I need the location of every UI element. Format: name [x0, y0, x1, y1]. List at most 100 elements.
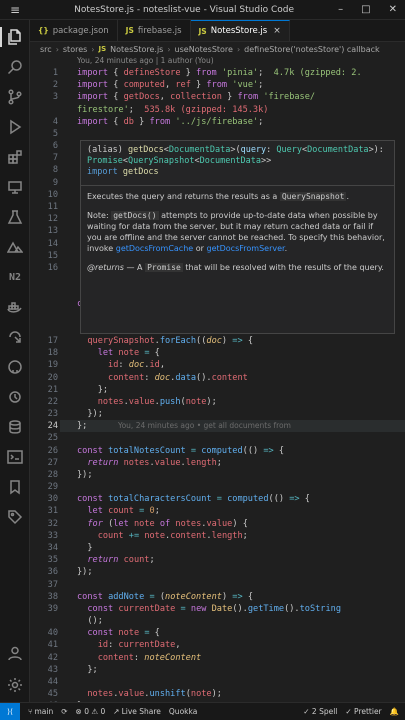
line-number[interactable]: 15	[30, 250, 58, 262]
tab-package-json[interactable]: {} package.json	[30, 20, 118, 41]
code-line[interactable]: 29	[30, 481, 405, 493]
line-number[interactable]: 4	[30, 116, 58, 128]
source-control-icon[interactable]	[0, 84, 30, 110]
code-text[interactable]: let note = {	[77, 347, 160, 359]
maximize-button[interactable]: □	[361, 4, 370, 15]
code-line[interactable]: 44	[30, 676, 405, 688]
github-icon[interactable]	[0, 354, 30, 380]
line-number[interactable]: 44	[30, 676, 58, 688]
code-line[interactable]: 41 id: currentDate,	[30, 639, 405, 651]
code-line[interactable]: 17 querySnapshot.forEach((doc) => {	[30, 335, 405, 347]
code-line[interactable]: 19 id: doc.id,	[30, 359, 405, 371]
line-number[interactable]: 3	[30, 91, 58, 103]
code-line[interactable]: 33 count += note.content.length;	[30, 530, 405, 542]
line-number[interactable]: 6	[30, 140, 58, 152]
code-line[interactable]: 28});	[30, 469, 405, 481]
line-number[interactable]: 12	[30, 213, 58, 225]
line-number[interactable]: 21	[30, 384, 58, 396]
line-number[interactable]: 9	[30, 177, 58, 189]
code-text[interactable]: const totalNotesCount = computed(() => {	[77, 445, 284, 457]
code-line[interactable]: 1 import { defineStore } from 'pinia'; 4.…	[30, 67, 405, 79]
line-number[interactable]: 16	[30, 262, 58, 274]
code-text[interactable]: ();	[77, 615, 103, 627]
code-line[interactable]: 34 }	[30, 542, 405, 554]
code-text[interactable]: count += note.content.length;	[77, 530, 248, 542]
settings-gear-icon[interactable]	[0, 672, 30, 698]
tab-firebase-js[interactable]: JS firebase.js	[118, 20, 191, 41]
line-number[interactable]: 28	[30, 469, 58, 481]
code-line[interactable]: 5	[30, 128, 405, 140]
quokka-button[interactable]: Quokka	[169, 707, 197, 716]
line-number[interactable]: 22	[30, 396, 58, 408]
line-number[interactable]: 27	[30, 457, 58, 469]
code-text[interactable]: let count = 0;	[77, 505, 160, 517]
code-text[interactable]: import { defineStore } from 'pinia'; 4.7…	[77, 67, 362, 79]
line-number[interactable]: 25	[30, 432, 58, 444]
code-line[interactable]: ();	[30, 615, 405, 627]
problems-indicator[interactable]: ⊗ 0 ⚠ 0	[76, 707, 106, 716]
code-line[interactable]: 32 for (let note of notes.value) {	[30, 518, 405, 530]
code-text[interactable]: const note = {	[77, 627, 160, 639]
line-number[interactable]: 45	[30, 688, 58, 700]
account-icon[interactable]	[0, 640, 30, 666]
database-icon[interactable]	[0, 414, 30, 440]
line-number[interactable]: 40	[30, 627, 58, 639]
code-line[interactable]: 36});	[30, 566, 405, 578]
line-number[interactable]: 41	[30, 639, 58, 651]
code-line[interactable]: 26 const totalNotesCount = computed(() =>…	[30, 445, 405, 457]
code-line[interactable]: 22 notes.value.push(note);	[30, 396, 405, 408]
code-line[interactable]: 18 let note = {	[30, 347, 405, 359]
spell-check-indicator[interactable]: ✓ 2 Spell	[303, 707, 337, 716]
breadcrumb-function[interactable]: useNotesStore	[175, 45, 233, 54]
code-line[interactable]: 24}; You, 24 minutes ago • get all docume…	[30, 420, 405, 432]
tab-notesstore-js[interactable]: JS NotesStore.js ×	[190, 20, 290, 41]
line-number[interactable]: 30	[30, 493, 58, 505]
line-number[interactable]: 26	[30, 445, 58, 457]
live-share-button[interactable]: ↗ Live Share	[113, 707, 161, 716]
code-text[interactable]: const addNote = (noteContent) => {	[77, 591, 253, 603]
code-line[interactable]: 39 const currentDate = new Date().getTim…	[30, 603, 405, 615]
code-text[interactable]: notes.value.unshift(note);	[77, 688, 222, 700]
line-number[interactable]: 39	[30, 603, 58, 615]
code-text[interactable]: };	[77, 384, 108, 396]
tag-icon[interactable]	[0, 504, 30, 530]
bookmark-icon[interactable]	[0, 474, 30, 500]
code-text[interactable]: import { computed, ref } from 'vue';	[77, 79, 263, 91]
docker-icon[interactable]	[0, 294, 30, 320]
line-number[interactable]: 19	[30, 359, 58, 371]
minimize-button[interactable]: –	[338, 4, 343, 15]
code-text[interactable]: content: noteContent	[77, 652, 202, 664]
branch-indicator[interactable]: ⑂ main	[28, 707, 53, 716]
breadcrumb-file[interactable]: NotesStore.js	[110, 45, 163, 54]
code-line[interactable]: 21 };	[30, 384, 405, 396]
line-number[interactable]: 11	[30, 201, 58, 213]
line-number[interactable]: 31	[30, 505, 58, 517]
line-number[interactable]: 1	[30, 67, 58, 79]
explorer-icon[interactable]	[0, 24, 30, 50]
code-text[interactable]: notes.value.push(note);	[77, 396, 217, 408]
close-icon[interactable]: ×	[273, 26, 281, 36]
breadcrumb-src[interactable]: src	[40, 45, 52, 54]
line-number[interactable]: 20	[30, 372, 58, 384]
code-line[interactable]: 25	[30, 432, 405, 444]
line-number[interactable]: 13	[30, 225, 58, 237]
hamburger-icon[interactable]: ≡	[0, 3, 30, 17]
line-number[interactable]: 36	[30, 566, 58, 578]
line-number[interactable]: 23	[30, 408, 58, 420]
testing-icon[interactable]	[0, 204, 30, 230]
line-number[interactable]: 18	[30, 347, 58, 359]
terminal-icon[interactable]	[0, 444, 30, 470]
line-number[interactable]: 24	[30, 420, 58, 432]
code-text[interactable]: firestore'; 535.8k (gzipped: 145.3k)	[77, 104, 268, 116]
code-line[interactable]: 40 const note = {	[30, 627, 405, 639]
line-number[interactable]: 32	[30, 518, 58, 530]
search-icon[interactable]	[0, 54, 30, 80]
line-number[interactable]: 17	[30, 335, 58, 347]
code-line[interactable]: 2 import { computed, ref } from 'vue';	[30, 79, 405, 91]
code-text[interactable]: content: doc.data().content	[77, 372, 248, 384]
n2-icon[interactable]: N2	[0, 264, 30, 290]
line-number[interactable]: 37	[30, 579, 58, 591]
code-line[interactable]: 20 content: doc.data().content	[30, 372, 405, 384]
code-line[interactable]: 35 return count;	[30, 554, 405, 566]
code-line[interactable]: 23 });	[30, 408, 405, 420]
